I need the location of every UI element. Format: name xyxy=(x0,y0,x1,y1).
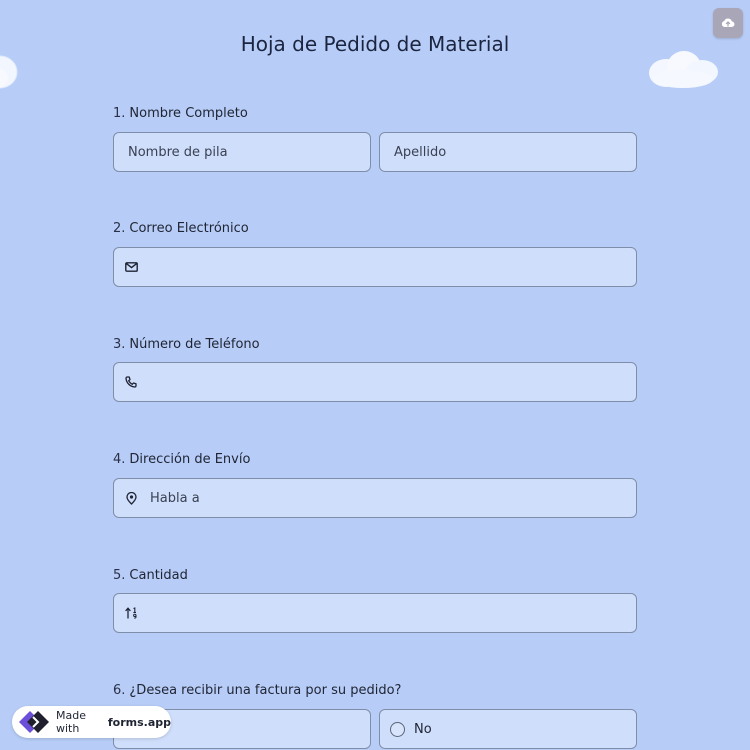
forms-app-logo-icon xyxy=(19,710,49,734)
made-with-badge[interactable]: Made with forms.app xyxy=(12,706,171,738)
last-name-input[interactable]: Apellido xyxy=(379,132,637,172)
question-number: 6. xyxy=(113,683,126,698)
question-text: ¿Desea recibir una factura por su pedido… xyxy=(129,683,402,698)
question-text: Correo Electrónico xyxy=(129,221,249,236)
cloud-decoration-left xyxy=(0,55,18,89)
question-text: Número de Teléfono xyxy=(129,337,260,352)
question-label-full-name: 1. Nombre Completo xyxy=(113,106,248,121)
invoice-option-no[interactable]: No xyxy=(379,709,637,749)
location-pin-icon xyxy=(123,490,139,506)
badge-brand: forms.app xyxy=(107,715,171,729)
question-number: 2. xyxy=(113,221,126,236)
question-text: Nombre Completo xyxy=(129,106,248,121)
question-text: Cantidad xyxy=(129,568,188,583)
address-placeholder: Habla a xyxy=(150,490,200,506)
radio-button[interactable] xyxy=(390,721,405,737)
question-label-email: 2. Correo Electrónico xyxy=(113,221,249,236)
question-number: 4. xyxy=(113,452,126,467)
question-label-address: 4. Dirección de Envío xyxy=(113,452,250,467)
question-number: 3. xyxy=(113,337,126,352)
number-sort-icon xyxy=(123,605,139,621)
badge-prefix: Made with xyxy=(56,709,86,735)
email-input[interactable] xyxy=(113,247,637,287)
phone-input[interactable] xyxy=(113,362,637,402)
page-title: Hoja de Pedido de Material xyxy=(240,32,510,56)
question-number: 1. xyxy=(113,106,126,121)
first-name-placeholder: Nombre de pila xyxy=(128,144,228,160)
mail-icon xyxy=(123,259,139,275)
address-input[interactable]: Habla a xyxy=(113,478,637,518)
question-label-phone: 3. Número de Teléfono xyxy=(113,337,260,352)
question-text: Dirección de Envío xyxy=(129,452,251,467)
last-name-placeholder: Apellido xyxy=(394,144,447,160)
first-name-input[interactable]: Nombre de pila xyxy=(113,132,371,172)
cloud-upload-icon xyxy=(721,18,735,28)
phone-icon xyxy=(123,374,139,390)
quantity-input[interactable] xyxy=(113,593,637,633)
question-label-quantity: 5. Cantidad xyxy=(113,568,188,583)
question-label-invoice: 6. ¿Desea recibir una factura por su pedi… xyxy=(113,683,401,698)
option-label: No xyxy=(414,721,432,737)
question-number: 5. xyxy=(113,568,126,583)
